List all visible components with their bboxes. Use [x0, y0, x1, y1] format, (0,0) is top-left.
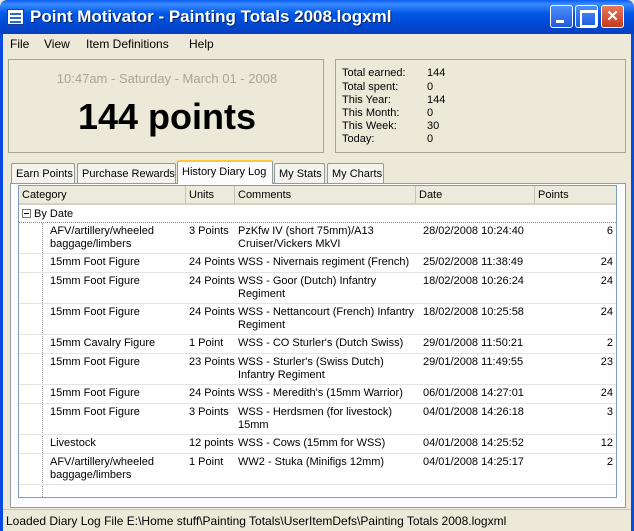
cell-points: 2: [606, 337, 613, 349]
cell-date: 18/02/2008 10:25:58: [423, 306, 524, 318]
cell-comments: WSS - Goor (Dutch) Infantry Regiment: [238, 275, 377, 300]
cell-points: 24: [600, 275, 613, 287]
menu-view[interactable]: View: [44, 37, 70, 51]
points-summary-panel: 10:47am - Saturday - March 01 - 2008 144…: [8, 59, 324, 153]
table-row[interactable]: 15mm Foot Figure 24 Points WSS - Meredit…: [19, 385, 616, 404]
cell-category: 15mm Foot Figure: [50, 406, 140, 418]
cell-units: 1 Point: [189, 337, 224, 349]
table-row[interactable]: Livestock 12 points WSS - Cows (15mm for…: [19, 435, 616, 454]
cell-category: 15mm Foot Figure: [50, 275, 140, 287]
cell-comments: WSS - Sturler's (Swiss Dutch) Infantry R…: [238, 356, 384, 381]
column-header-points[interactable]: Points: [535, 186, 616, 204]
menu-file[interactable]: File: [10, 37, 29, 51]
group-row-by-date[interactable]: By Date: [19, 206, 616, 223]
title-bar[interactable]: Point Motivator - Painting Totals 2008.l…: [0, 0, 634, 34]
cell-date: 28/02/2008 10:24:40: [423, 225, 524, 237]
points-total: 144 points: [77, 96, 257, 137]
window-title: Point Motivator - Painting Totals 2008.l…: [30, 7, 392, 26]
cell-date: 18/02/2008 10:26:24: [423, 275, 524, 287]
app-icon[interactable]: [7, 9, 24, 25]
cell-comments: WSS - Herdsmen (for livestock) 15mm: [238, 406, 393, 431]
cell-category: Livestock: [50, 437, 96, 449]
tab-earn-points[interactable]: Earn Points: [11, 163, 75, 183]
cell-units: 23 Points: [189, 356, 235, 368]
grid-header: Category Units Comments Date Points: [19, 186, 616, 205]
close-button[interactable]: [601, 5, 624, 28]
cell-comments: WSS - Cows (15mm for WSS): [238, 437, 386, 449]
column-header-comments[interactable]: Comments: [235, 186, 416, 204]
cell-category: 15mm Foot Figure: [50, 256, 140, 268]
table-row[interactable]: 15mm Foot Figure 24 Points WSS - Nettanc…: [19, 304, 616, 335]
status-text: Loaded Diary Log File E:\Home stuff\Pain…: [6, 514, 507, 528]
cell-comments: WSS - CO Sturler's (Dutch Swiss): [238, 337, 404, 349]
cell-comments: WSS - Nettancourt (French) Infantry Regi…: [238, 306, 415, 331]
cell-date: 04/01/2008 14:25:52: [423, 437, 524, 449]
cell-units: 3 Points: [189, 225, 229, 237]
stats-panel: Total earned: 144 Total spent: 0 This Year…: [335, 59, 626, 153]
cell-category: 15mm Cavalry Figure: [50, 337, 156, 349]
cell-points: 24: [600, 256, 613, 268]
cell-date: 25/02/2008 11:38:49: [423, 256, 524, 268]
cell-date: 04/01/2008 14:26:18: [423, 406, 524, 418]
cell-points: 2: [606, 456, 613, 468]
tab-history-diary-log[interactable]: History Diary Log: [177, 160, 273, 184]
cell-units: 24 Points: [189, 275, 235, 287]
cell-category: 15mm Foot Figure: [50, 387, 140, 399]
cell-date: 29/01/2008 11:49:55: [423, 356, 524, 368]
column-header-units[interactable]: Units: [186, 186, 235, 204]
history-grid[interactable]: Category Units Comments Date Points By D…: [18, 185, 617, 498]
group-label: By Date: [34, 208, 74, 220]
cell-category: AFV/artillery/wheeled baggage/limbers: [50, 456, 154, 481]
table-row[interactable]: 15mm Foot Figure 24 Points WSS - Goor (D…: [19, 273, 616, 304]
cell-comments: PzKfw IV (short 75mm)/A13 Cruiser/Vicker…: [238, 225, 374, 250]
table-row[interactable]: 15mm Foot Figure 3 Points WSS - Herdsmen…: [19, 404, 616, 435]
cell-units: 12 points: [189, 437, 234, 449]
cell-date: 06/01/2008 14:27:01: [423, 387, 524, 399]
cell-date: 04/01/2008 14:25:17: [423, 456, 524, 468]
cell-date: 29/01/2008 11:50:21: [423, 337, 524, 349]
table-row[interactable]: 15mm Foot Figure 24 Points WSS - Niverna…: [19, 254, 616, 273]
status-bar: Loaded Diary Log File E:\Home stuff\Pain…: [3, 509, 631, 531]
table-row[interactable]: 15mm Cavalry Figure 1 Point WSS - CO Stu…: [19, 335, 616, 354]
column-header-category[interactable]: Category: [19, 186, 186, 204]
cell-units: 24 Points: [189, 387, 235, 399]
current-datetime: 10:47am - Saturday - March 01 - 2008: [56, 71, 278, 86]
menu-bar: File View Item Definitions Help: [3, 34, 631, 54]
window-frame-left: [0, 34, 3, 531]
tab-my-stats[interactable]: My Stats: [274, 163, 325, 183]
cell-comments: WW2 - Stuka (Minifigs 12mm): [238, 456, 385, 468]
cell-comments: WSS - Meredith's (15mm Warrior): [238, 387, 403, 399]
collapse-icon[interactable]: [22, 209, 31, 218]
tab-my-charts[interactable]: My Charts: [327, 163, 384, 183]
cell-category: 15mm Foot Figure: [50, 306, 140, 318]
column-header-date[interactable]: Date: [416, 186, 535, 204]
cell-category: AFV/artillery/wheeled baggage/limbers: [50, 225, 154, 250]
menu-help[interactable]: Help: [189, 37, 214, 51]
cell-points: 6: [606, 225, 613, 237]
cell-points: 23: [600, 356, 613, 368]
minimize-button[interactable]: [550, 5, 573, 28]
table-row[interactable]: 15mm Foot Figure 23 Points WSS - Sturler…: [19, 354, 616, 385]
cell-units: 24 Points: [189, 256, 235, 268]
cell-units: 3 Points: [189, 406, 229, 418]
tab-purchase-rewards[interactable]: Purchase Rewards: [77, 163, 176, 183]
cell-points: 24: [600, 387, 613, 399]
cell-units: 24 Points: [189, 306, 235, 318]
cell-points: 3: [606, 406, 613, 418]
cell-comments: WSS - Nivernais regiment (French): [238, 256, 410, 268]
cell-category: 15mm Foot Figure: [50, 356, 140, 368]
menu-item-definitions[interactable]: Item Definitions: [86, 37, 169, 51]
table-row[interactable]: AFV/artillery/wheeled baggage/limbers 3 …: [19, 223, 616, 254]
maximize-button[interactable]: [575, 5, 598, 28]
cell-units: 1 Point: [189, 456, 224, 468]
table-row[interactable]: AFV/artillery/wheeled baggage/limbers 1 …: [19, 454, 616, 485]
cell-points: 12: [600, 437, 613, 449]
cell-points: 24: [600, 306, 613, 318]
